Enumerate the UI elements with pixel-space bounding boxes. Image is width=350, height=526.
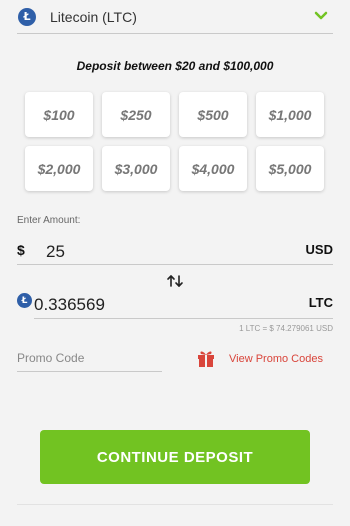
preset-button[interactable]: $100 xyxy=(25,92,93,137)
crypto-code: LTC xyxy=(308,295,333,310)
deposit-panel: Ł Litecoin (LTC) Deposit between $20 and… xyxy=(0,0,350,526)
preset-button[interactable]: $3,000 xyxy=(102,146,170,191)
fiat-code: USD xyxy=(305,242,333,257)
amount-label: Enter Amount: xyxy=(17,215,81,226)
preset-button[interactable]: $250 xyxy=(102,92,170,137)
litecoin-icon: Ł xyxy=(18,7,36,26)
continue-deposit-button[interactable]: CONTINUE DEPOSIT xyxy=(40,430,310,484)
litecoin-icon: Ł xyxy=(17,293,32,308)
promo-code-placeholder: Promo Code xyxy=(17,351,85,365)
view-promo-codes-link[interactable]: View Promo Codes xyxy=(229,353,323,365)
divider xyxy=(17,504,333,505)
dollar-symbol: $ xyxy=(17,242,25,258)
amount-field[interactable]: $ 25 USD xyxy=(17,234,333,265)
preset-button[interactable]: $4,000 xyxy=(179,146,247,191)
chevron-down-icon xyxy=(314,11,328,20)
preset-button[interactable]: $2,000 xyxy=(25,146,93,191)
currency-select[interactable]: Ł Litecoin (LTC) xyxy=(17,0,333,34)
preset-button[interactable]: $5,000 xyxy=(256,146,324,191)
swap-icon[interactable] xyxy=(166,274,184,288)
currency-label: Litecoin (LTC) xyxy=(50,8,137,25)
promo-code-input[interactable]: Promo Code xyxy=(17,349,162,372)
preset-button[interactable]: $500 xyxy=(179,92,247,137)
deposit-range-text: Deposit between $20 and $100,000 xyxy=(76,59,274,73)
crypto-field-underline xyxy=(34,318,333,319)
amount-input[interactable]: 25 xyxy=(46,242,65,262)
crypto-field[interactable]: Ł 0.336569 LTC xyxy=(17,289,333,319)
preset-button[interactable]: $1,000 xyxy=(256,92,324,137)
crypto-amount-input[interactable]: 0.336569 xyxy=(34,295,105,315)
exchange-rate: 1 LTC = $ 74.279061 USD xyxy=(239,324,333,333)
gift-icon[interactable] xyxy=(196,348,216,368)
